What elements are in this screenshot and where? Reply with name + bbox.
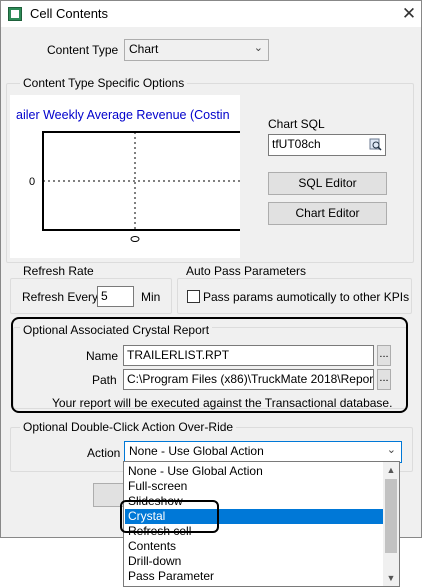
report-name-label: Name [86,349,119,363]
y-tick-label: 0 [29,176,35,188]
window-title: Cell Contents [30,6,109,21]
pass-params-label: Pass params aumotically to other KPIs [203,290,410,304]
action-select[interactable]: None - Use Global Action ⌄ [124,441,402,463]
dropdown-option[interactable]: Pass Parameter [125,569,386,584]
refresh-interval-input[interactable]: 5 [97,286,134,307]
refresh-rate-legend: Refresh Rate [20,264,97,278]
content-type-value: Chart [129,42,159,56]
dropdown-option[interactable]: Drill-down [125,554,386,569]
report-path-input[interactable]: C:\Program Files (x86)\TruckMate 2018\Re… [123,369,374,390]
scroll-thumb[interactable] [385,479,397,553]
pass-params-checkbox[interactable] [187,290,200,303]
chart-sql-field[interactable]: tfUT08ch [268,134,386,156]
report-name-input[interactable]: TRAILERLIST.RPT [123,345,374,366]
chart-title: ailer Weekly Average Revenue (Costin [16,108,230,122]
dropdown-option[interactable]: Full-screen [125,479,386,494]
scroll-down-icon[interactable]: ▼ [383,570,399,586]
sql-editor-button[interactable]: SQL Editor [268,172,387,195]
browse-path-button[interactable]: ... [377,369,391,390]
chart-sql-label: Chart SQL [268,117,325,131]
refresh-unit-label: Min [141,290,161,304]
dropdown-scrollbar[interactable]: ▲ ▼ [383,462,399,586]
content-type-select[interactable]: Chart ⌄ [124,39,269,61]
cell-contents-dialog: Cell Contents ✕ Content Type Chart ⌄ Con… [0,0,422,538]
chart-editor-button[interactable]: Chart Editor [268,202,387,225]
dropdown-option[interactable]: None - Use Global Action [125,464,386,479]
report-database-note: Your report will be executed against the… [52,396,393,410]
browse-name-button[interactable]: ... [377,345,391,366]
close-icon[interactable]: ✕ [399,4,419,24]
crystal-report-legend: Optional Associated Crystal Report [20,323,213,337]
chart-sql-value: tfUT08ch [272,137,321,151]
report-path-label: Path [92,373,117,387]
chart-canvas: ailer Weekly Average Revenue (Costin 0 [16,108,240,242]
double-click-legend: Optional Double-Click Action Over-Ride [20,420,237,434]
action-select-value: None - Use Global Action [129,444,264,458]
x-axis-handle [130,236,140,242]
dropdown-option[interactable]: Contents [125,539,386,554]
app-icon [8,7,22,21]
content-type-label: Content Type [47,43,119,57]
specific-options-legend: Content Type Specific Options [20,76,188,90]
action-label: Action [87,446,121,460]
chevron-down-icon: ⌄ [386,444,396,456]
auto-pass-legend: Auto Pass Parameters [183,264,310,278]
refresh-every-label: Refresh Every [22,290,99,304]
plot-area [42,131,240,231]
crystal-option-highlight [120,500,219,533]
chart-preview: ailer Weekly Average Revenue (Costin 0 [10,95,240,258]
scroll-up-icon[interactable]: ▲ [383,462,399,478]
lookup-icon[interactable] [369,138,382,151]
title-bar: Cell Contents ✕ [1,1,421,27]
chevron-down-icon: ⌄ [253,42,263,54]
